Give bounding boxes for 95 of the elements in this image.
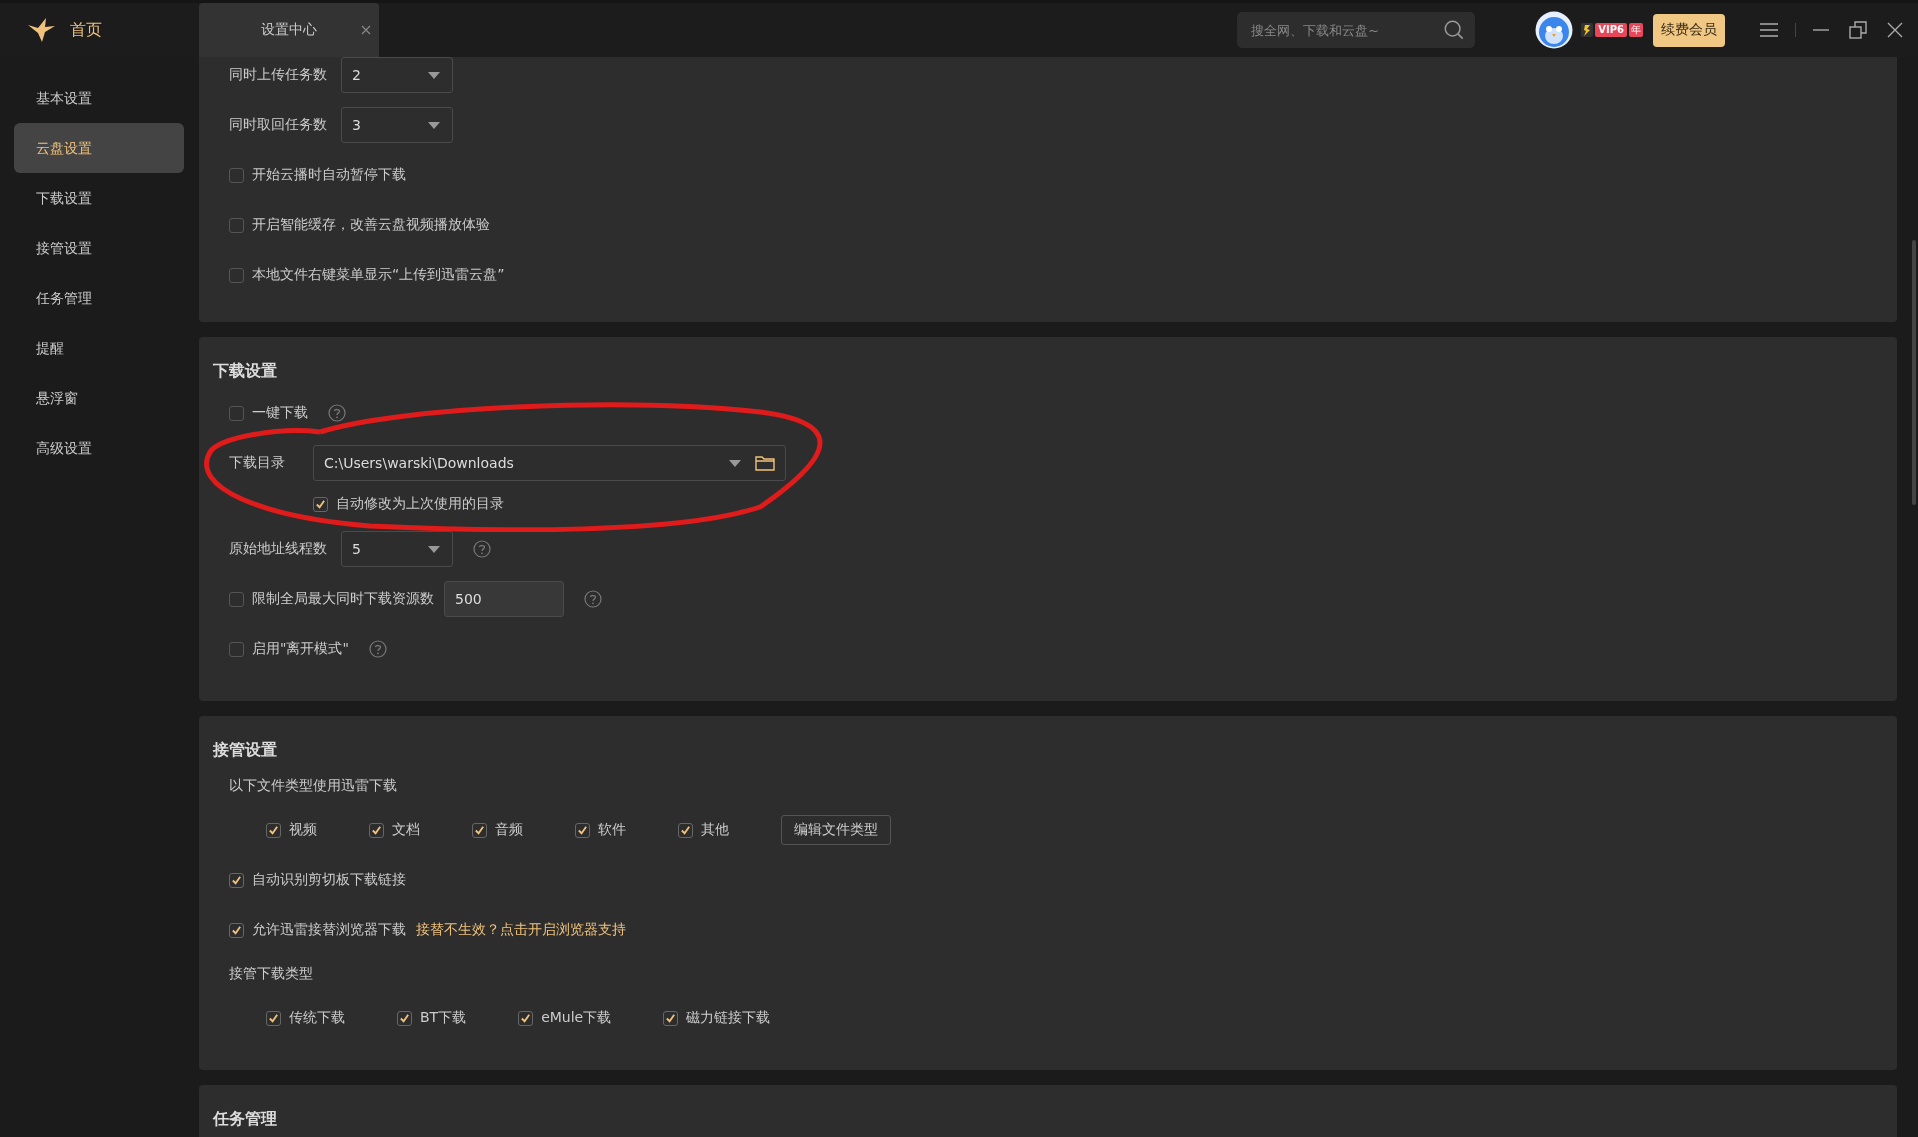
- checkbox-label: 一键下载: [252, 404, 308, 422]
- sidebar-item[interactable]: 云盘设置: [14, 123, 184, 173]
- search-field[interactable]: 搜全网、下载和云盘~: [1237, 12, 1476, 48]
- help-icon[interactable]: [584, 590, 602, 608]
- edit-file-types-button[interactable]: 编辑文件类型: [781, 815, 891, 845]
- checkbox[interactable]: [229, 405, 244, 421]
- checkbox-label: 音频: [495, 821, 523, 839]
- sidebar-item[interactable]: 基本设置: [14, 73, 184, 123]
- vip-term-badge: 年: [1629, 23, 1643, 37]
- number-field[interactable]: 500: [444, 581, 564, 617]
- menu-icon[interactable]: [1759, 22, 1779, 38]
- checkbox-label: 限制全局最大同时下载资源数: [252, 590, 434, 608]
- home-link[interactable]: 首页: [70, 19, 102, 41]
- check-icon: [268, 1012, 279, 1024]
- check-icon: [399, 1012, 410, 1024]
- check-icon: [268, 824, 279, 836]
- check-icon: [315, 498, 326, 510]
- check-icon: [231, 924, 242, 936]
- check-icon: [680, 824, 691, 836]
- sidebar-item[interactable]: 接管设置: [14, 223, 184, 273]
- check-icon: [577, 824, 588, 836]
- tab[interactable]: 设置中心: [199, 3, 379, 57]
- check-icon: [520, 1012, 532, 1024]
- restore-icon[interactable]: [1849, 21, 1867, 39]
- checkbox-label: 视频: [289, 821, 317, 839]
- sidebar-item[interactable]: 下载设置: [14, 173, 184, 223]
- checkbox[interactable]: [397, 1010, 412, 1026]
- caret-icon: [428, 71, 440, 79]
- sidebar-item[interactable]: 任务管理: [14, 273, 184, 323]
- checkbox-label: 磁力链接下载: [686, 1009, 771, 1027]
- section-title: 任务管理: [213, 1109, 278, 1129]
- section-title: 接管设置: [213, 740, 278, 760]
- checkbox-label: 允许迅雷接替浏览器下载: [252, 921, 406, 939]
- checkbox[interactable]: [575, 822, 590, 838]
- close-icon[interactable]: [1886, 21, 1904, 39]
- checkbox-label: 文档: [392, 821, 420, 839]
- checkbox-label: eMule下载: [541, 1009, 612, 1027]
- caret-icon: [428, 121, 440, 129]
- folder-path-field[interactable]: C:\Users\warski\Downloads: [313, 445, 786, 481]
- checkbox-label: 传统下载: [289, 1009, 345, 1027]
- checkbox-label: 本地文件右键菜单显示“上传到迅雷云盘”: [252, 266, 505, 284]
- checkbox[interactable]: [229, 641, 244, 657]
- checkbox[interactable]: [229, 591, 244, 607]
- check-icon: [665, 1012, 677, 1024]
- checkbox-label: BT下载: [420, 1009, 467, 1027]
- checkbox-label: 开启智能缓存，改善云盘视频播放体验: [252, 216, 490, 234]
- checkbox-label: 开始云播时自动暂停下载: [252, 166, 406, 184]
- checkbox[interactable]: [229, 217, 244, 233]
- dropdown[interactable]: 3: [341, 107, 453, 143]
- setting-label: 原始地址线程数: [229, 540, 327, 558]
- checkbox[interactable]: [266, 822, 281, 838]
- checkbox[interactable]: [663, 1010, 679, 1026]
- setting-label: 同时取回任务数: [229, 116, 327, 134]
- check-icon: [231, 874, 242, 886]
- checkbox[interactable]: [369, 822, 384, 838]
- dropdown[interactable]: 5: [341, 531, 453, 567]
- folder-icon[interactable]: [755, 455, 775, 471]
- help-icon[interactable]: [473, 540, 491, 558]
- setting-label: 下载目录: [229, 454, 285, 472]
- avatar-icon[interactable]: [1535, 11, 1574, 49]
- checkbox[interactable]: [229, 922, 244, 938]
- vip-badge: VIP6: [1595, 23, 1627, 37]
- scrollbar-thumb[interactable]: [1912, 240, 1916, 505]
- checkbox-label: 软件: [598, 821, 626, 839]
- caret-icon: [729, 459, 741, 467]
- check-icon: [474, 824, 485, 836]
- renew-button[interactable]: 续费会员: [1653, 13, 1725, 47]
- checkbox[interactable]: [472, 822, 487, 838]
- sidebar-item[interactable]: 高级设置: [14, 423, 184, 473]
- checkbox[interactable]: [313, 496, 328, 512]
- checkbox-label: 自动修改为上次使用的目录: [336, 495, 504, 513]
- group-label: 以下文件类型使用迅雷下载: [229, 777, 397, 795]
- sidebar-item[interactable]: 悬浮窗: [14, 373, 184, 423]
- checkbox[interactable]: [678, 822, 693, 838]
- checkbox[interactable]: [518, 1010, 534, 1026]
- browser-support-link[interactable]: 接替不生效？点击开启浏览器支持: [416, 921, 626, 939]
- group-label: 接管下载类型: [229, 965, 313, 983]
- check-icon: [371, 824, 382, 836]
- checkbox[interactable]: [229, 267, 244, 283]
- checkbox-label: 其他: [701, 821, 729, 839]
- lightning-icon: [1581, 23, 1594, 37]
- section-title: 下载设置: [213, 361, 278, 381]
- help-icon[interactable]: [328, 404, 346, 422]
- caret-icon: [428, 545, 440, 553]
- checkbox[interactable]: [266, 1010, 281, 1026]
- search-icon[interactable]: [1443, 19, 1466, 41]
- setting-label: 同时上传任务数: [229, 66, 327, 84]
- help-icon[interactable]: [368, 640, 387, 658]
- dropdown[interactable]: 2: [341, 57, 453, 93]
- checkbox-label: 启用"离开模式": [252, 640, 349, 658]
- checkbox[interactable]: [229, 167, 244, 183]
- close-icon[interactable]: [361, 25, 371, 35]
- sidebar-item[interactable]: 提醒: [14, 323, 184, 373]
- checkbox-label: 自动识别剪切板下载链接: [252, 871, 406, 889]
- checkbox[interactable]: [229, 872, 244, 888]
